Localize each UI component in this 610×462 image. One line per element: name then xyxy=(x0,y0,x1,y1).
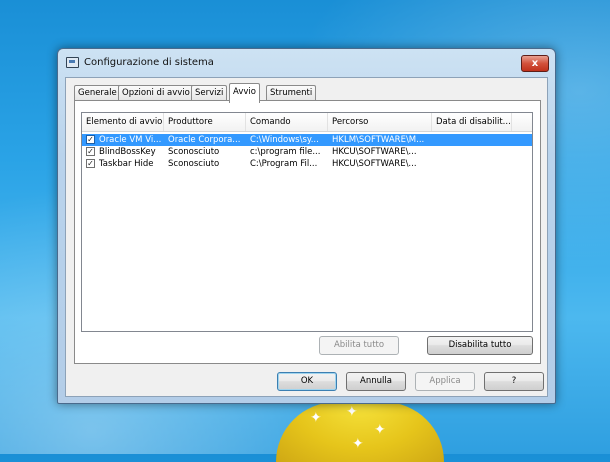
item-name: Oracle VM Vi... xyxy=(99,135,162,145)
item-name: BlindBossKey xyxy=(99,147,156,157)
window-title: Configurazione di sistema xyxy=(84,57,214,68)
window-app-icon xyxy=(66,57,79,68)
system-config-window: Configurazione di sistema x Generale Opz… xyxy=(57,48,556,404)
item-command: C:\Windows\sy... xyxy=(250,135,319,145)
tab-strumenti[interactable]: Strumenti xyxy=(266,85,317,101)
item-path: HKCU\SOFTWARE\... xyxy=(332,159,417,169)
tab-servizi[interactable]: Servizi xyxy=(191,85,228,101)
list-item[interactable]: ✓ Taskbar Hide Sconosciuto C:\Program Fi… xyxy=(82,158,532,170)
item-path: HKLM\SOFTWARE\M... xyxy=(332,135,425,145)
column-header-elemento[interactable]: Elemento di avvio xyxy=(82,113,164,131)
list-item[interactable]: ✓ Oracle VM Vi... Oracle Corpora... C:\W… xyxy=(82,134,532,146)
item-command: c:\program file... xyxy=(250,147,321,157)
apply-button[interactable]: Applica xyxy=(415,372,475,391)
enable-checkbox[interactable]: ✓ xyxy=(86,147,95,156)
item-manufacturer: Oracle Corpora... xyxy=(168,135,241,145)
column-header-produttore[interactable]: Produttore xyxy=(164,113,246,131)
ok-button[interactable]: OK xyxy=(277,372,337,391)
dialog-client: Generale Opzioni di avvio Servizi Avvio … xyxy=(65,77,548,397)
tab-opzioni-di-avvio[interactable]: Opzioni di avvio xyxy=(118,85,194,101)
disable-all-button[interactable]: Disabilita tutto xyxy=(427,336,533,355)
startup-items-list[interactable]: Elemento di avvio Produttore Comando Per… xyxy=(81,112,533,332)
item-manufacturer: Sconosciuto xyxy=(168,159,220,169)
sparkle-icon: ✦ xyxy=(374,422,386,438)
cancel-button[interactable]: Annulla xyxy=(346,372,406,391)
wallpaper-flower: ✦ ✦ ✦ ✦ xyxy=(276,402,444,462)
sparkle-icon: ✦ xyxy=(352,436,364,452)
sparkle-icon: ✦ xyxy=(346,404,358,420)
item-manufacturer: Sconosciuto xyxy=(168,147,220,157)
item-command: C:\Program Fil... xyxy=(250,159,318,169)
tab-generale[interactable]: Generale xyxy=(74,85,121,101)
enable-checkbox[interactable]: ✓ xyxy=(86,135,95,144)
column-header-percorso[interactable]: Percorso xyxy=(328,113,432,131)
column-header-comando[interactable]: Comando xyxy=(246,113,328,131)
item-name: Taskbar Hide xyxy=(99,159,154,169)
list-header: Elemento di avvio Produttore Comando Per… xyxy=(82,113,532,132)
tab-avvio[interactable]: Avvio xyxy=(229,83,260,103)
list-item[interactable]: ✓ BlindBossKey Sconosciuto c:\program fi… xyxy=(82,146,532,158)
title-bar[interactable]: Configurazione di sistema x xyxy=(58,49,555,75)
help-button[interactable]: ? xyxy=(484,372,544,391)
column-header-data-disabilitazione[interactable]: Data di disabilit... xyxy=(432,113,512,131)
enable-checkbox[interactable]: ✓ xyxy=(86,159,95,168)
enable-all-button[interactable]: Abilita tutto xyxy=(319,336,399,355)
sparkle-icon: ✦ xyxy=(310,410,322,426)
item-path: HKCU\SOFTWARE\... xyxy=(332,147,417,157)
close-button[interactable]: x xyxy=(521,55,549,72)
